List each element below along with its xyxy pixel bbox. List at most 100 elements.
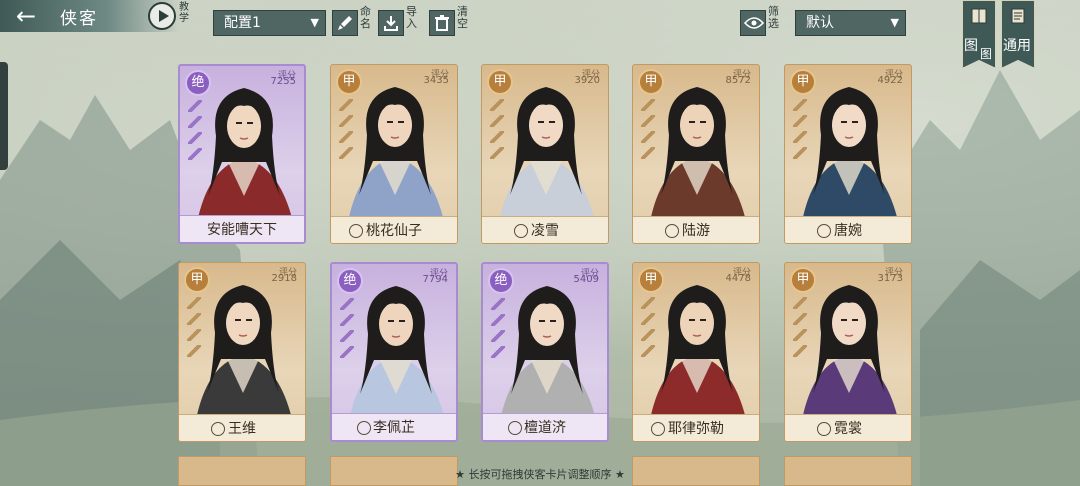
skill-slot-icon: [793, 329, 807, 341]
school-icon: [508, 421, 522, 435]
skill-slot-icon: [793, 297, 807, 309]
hero-card[interactable]: 绝评分 7255 安能嘈天下: [178, 64, 306, 244]
chevron-down-icon: ▼: [890, 16, 899, 29]
score-value: 5409: [573, 274, 599, 285]
skill-slot-icon: [641, 313, 655, 325]
eye-icon: [744, 17, 764, 29]
rank-badge: 绝: [337, 268, 363, 294]
rank-badge: 甲: [487, 69, 513, 95]
skill-slot-icon: [641, 131, 655, 143]
skill-slot-icon: [793, 99, 807, 111]
skill-slot-icon: [793, 115, 807, 127]
skill-slot-icon: [188, 148, 202, 160]
filter-label: 筛选: [768, 5, 779, 30]
skill-slot-icon: [340, 330, 354, 342]
rename-button[interactable]: [332, 10, 358, 36]
skill-slot-icon: [188, 132, 202, 144]
config-select[interactable]: 配置1 ▼: [213, 10, 326, 36]
import-label: 导入: [406, 5, 417, 30]
rank-badge: 甲: [336, 69, 362, 95]
clear-label: 清空: [457, 5, 468, 30]
general-button[interactable]: 通用: [1001, 0, 1035, 68]
skill-slot-icon: [340, 314, 354, 326]
tutorial-button[interactable]: [148, 2, 176, 30]
hero-name: 檀道济: [524, 420, 566, 436]
rank-badge: 甲: [790, 69, 816, 95]
skill-slot-icon: [490, 115, 504, 127]
sort-select[interactable]: 默认 ▼: [795, 10, 906, 36]
hero-card[interactable]: 甲评分 3435 桃花仙子: [330, 64, 458, 244]
score-value: 4922: [877, 75, 903, 86]
skill-slots: [339, 99, 353, 163]
rename-label: 命名: [360, 5, 371, 30]
hero-name: 霓裳: [834, 421, 862, 437]
school-icon: [514, 224, 528, 238]
skill-slot-icon: [340, 346, 354, 358]
hero-card[interactable]: 甲评分 4478 耶律弥勒: [632, 262, 760, 442]
skill-slot-icon: [490, 147, 504, 159]
score-value: 2918: [271, 273, 297, 284]
sort-select-value: 默认: [806, 15, 834, 31]
score-value: 3173: [877, 273, 903, 284]
config-select-value: 配置1: [224, 15, 261, 31]
general-label: 通用: [1003, 38, 1031, 54]
codex-label-1: 图: [964, 38, 978, 54]
clear-button[interactable]: [429, 10, 455, 36]
skill-slot-icon: [641, 345, 655, 357]
skill-slots: [793, 297, 807, 361]
school-icon: [357, 421, 371, 435]
school-icon: [817, 224, 831, 238]
skill-slot-icon: [641, 99, 655, 111]
skill-slot-icon: [491, 314, 505, 326]
filter-button[interactable]: [740, 10, 766, 36]
import-icon: [384, 16, 398, 31]
skill-slots: [187, 297, 201, 361]
school-icon: [349, 224, 363, 238]
hero-card[interactable]: 绝评分 5409 檀道济: [481, 262, 609, 442]
rank-badge: 甲: [184, 267, 210, 293]
skill-slots: [490, 99, 504, 163]
rank-badge: 甲: [790, 267, 816, 293]
play-icon: [159, 10, 169, 22]
import-button[interactable]: [378, 10, 404, 36]
hero-card[interactable]: 甲评分 2918 王维: [178, 262, 306, 442]
hero-card[interactable]: 甲评分 8572 陆游: [632, 64, 760, 244]
skill-slot-icon: [188, 116, 202, 128]
skill-slot-icon: [339, 115, 353, 127]
hero-card[interactable]: 甲评分 4922 唐婉: [784, 64, 912, 244]
skill-slot-icon: [187, 313, 201, 325]
skill-slots: [340, 298, 354, 362]
skill-slot-icon: [187, 345, 201, 357]
skill-slots: [491, 298, 505, 362]
rank-badge: 甲: [638, 267, 664, 293]
skill-slot-icon: [641, 115, 655, 127]
skill-slot-icon: [340, 298, 354, 310]
skill-slot-icon: [641, 147, 655, 159]
skill-slot-icon: [793, 345, 807, 357]
hero-name: 李佩芷: [373, 420, 415, 436]
back-arrow-icon[interactable]: ←: [6, 2, 46, 30]
hero-card[interactable]: 甲评分 3920 凌雪: [481, 64, 609, 244]
codex-button[interactable]: 图 图鉴: [962, 0, 996, 68]
brush-icon: [338, 16, 352, 30]
skill-slot-icon: [490, 131, 504, 143]
hero-name: 安能嘈天下: [207, 222, 277, 238]
skill-slot-icon: [490, 99, 504, 111]
score-value: 4478: [725, 273, 751, 284]
hero-card[interactable]: 甲评分 3173 霓裳: [784, 262, 912, 442]
drag-hint: ★ 长按可拖拽侠客卡片调整顺序 ★: [455, 468, 625, 481]
hero-name: 凌雪: [531, 223, 559, 239]
skill-slot-icon: [793, 131, 807, 143]
rank-badge: 甲: [638, 69, 664, 95]
skill-slots: [188, 100, 202, 164]
skill-slot-icon: [339, 147, 353, 159]
skill-slot-icon: [641, 329, 655, 341]
hero-card[interactable]: 绝评分 7794 李佩芷: [330, 262, 458, 442]
skill-slots: [641, 99, 655, 163]
page-title: 侠客: [60, 9, 98, 29]
side-drawer-handle[interactable]: [0, 62, 8, 170]
skill-slot-icon: [491, 298, 505, 310]
tutorial-label: 教学: [179, 2, 189, 24]
skill-slot-icon: [339, 99, 353, 111]
score-value: 3920: [574, 75, 600, 86]
